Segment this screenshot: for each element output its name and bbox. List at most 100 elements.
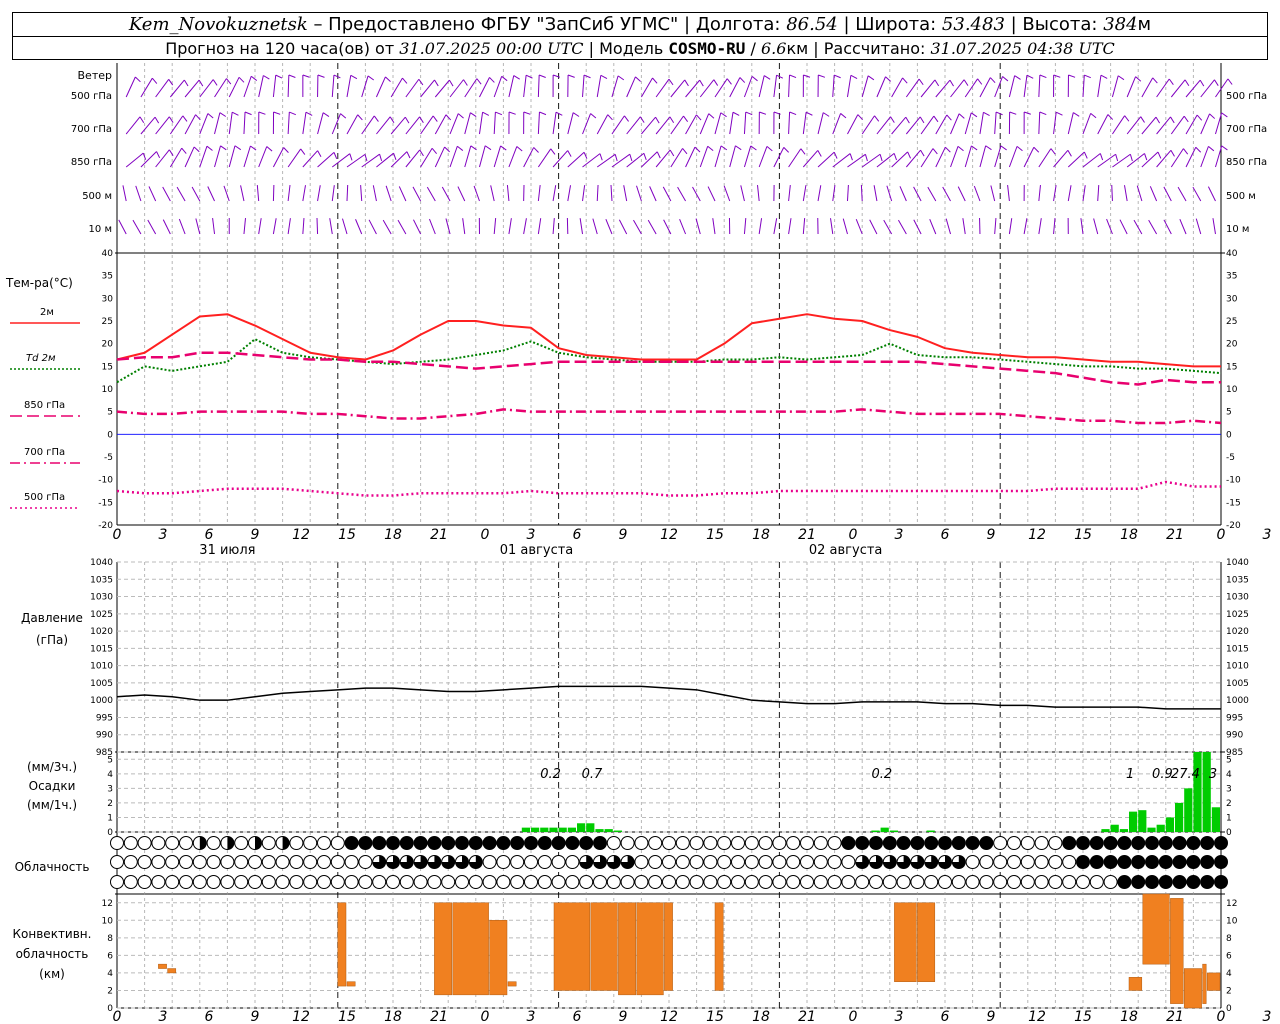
precip-ytick-right: 0	[1226, 828, 1232, 838]
wind-barb-flag	[1016, 145, 1023, 152]
wind-barb	[434, 79, 450, 98]
wind-barb-flag	[1009, 111, 1017, 115]
pressure-ytick-right: 1040	[1226, 558, 1249, 568]
wind-barb-flag	[305, 111, 313, 116]
cloud-cover-symbol	[303, 855, 318, 869]
hour-tick-label: 15	[706, 527, 724, 543]
wind-barb	[346, 75, 352, 98]
hour-tick-label: 3	[527, 527, 536, 543]
precip-unit-3h: (мм/3ч.)	[27, 760, 77, 774]
wind-barb	[1023, 147, 1035, 168]
cloud-cover-symbol	[1076, 875, 1090, 889]
cloud-cover-symbol	[330, 855, 345, 869]
cloud-cover-symbol	[1186, 875, 1201, 889]
cloud-cover-symbol	[358, 836, 373, 850]
wind-barb-flag	[932, 148, 938, 155]
cloud-cover-symbol	[662, 836, 676, 850]
temp-legend-label: 500 гПа	[24, 492, 65, 503]
hour-tick-label: 3	[1263, 527, 1272, 543]
temp-ytick-right: 5	[1226, 408, 1232, 418]
wind-barb	[1112, 153, 1131, 168]
cloud-cover-symbol	[689, 875, 704, 889]
wind-barb	[462, 218, 466, 235]
hour-tick-label: 0	[113, 527, 122, 543]
wind-barb-flag	[402, 77, 408, 84]
cloud-cover-symbol	[1034, 875, 1049, 889]
wind-barb	[1097, 153, 1116, 168]
temp-ytick: 25	[102, 317, 113, 327]
precip-bar	[926, 830, 935, 832]
cloud-cover-symbol	[1158, 855, 1173, 869]
cloud-cover-symbol	[482, 875, 497, 889]
cloud-cover-symbol	[248, 855, 262, 869]
wind-barb-flag	[470, 112, 477, 118]
wind-barb-flag	[181, 147, 187, 154]
wind-barb-flag	[783, 146, 790, 153]
cloud-cover-symbol	[137, 836, 152, 850]
wind-barb	[1170, 79, 1186, 98]
wind-barb	[832, 75, 835, 98]
pressure-ytick-right: 1000	[1226, 696, 1249, 706]
wind-barb	[243, 76, 252, 98]
wind-barb	[712, 218, 716, 235]
wind-barb-flag	[1039, 111, 1047, 116]
wind-barb	[287, 185, 291, 202]
wind-barb	[1148, 219, 1158, 235]
wind-barb-flag	[139, 116, 145, 124]
wind-barb	[412, 186, 422, 202]
precip-annotation: 0.2	[871, 767, 892, 782]
wind-barb	[1093, 218, 1099, 235]
wind-barb-flag	[418, 78, 424, 86]
precip-ytick: 3	[107, 784, 113, 794]
temp-ytick: 35	[102, 272, 113, 282]
wind-barb-flag	[289, 111, 296, 116]
wind-barb-flag	[1099, 153, 1104, 161]
precip-bar	[871, 830, 880, 832]
wind-barb	[685, 146, 696, 168]
cloud-cover-symbol	[386, 875, 400, 889]
wind-barb	[508, 146, 518, 168]
wind-barb-flag	[317, 150, 322, 158]
wind-barb-flag	[273, 111, 281, 115]
cloud-cover-symbol	[648, 875, 663, 889]
wind-barb	[375, 76, 386, 98]
cloud-cover-symbol	[717, 836, 732, 850]
precip-ytick: 0	[107, 828, 113, 838]
conv-title-2: облачность	[16, 947, 89, 961]
cloud-cover-symbol	[938, 836, 952, 850]
wind-barb	[788, 74, 790, 98]
wind-barb-flag	[444, 146, 450, 153]
wind-barb-flag	[629, 154, 633, 162]
wind-barb-flag	[1083, 151, 1088, 159]
wind-barb	[802, 185, 807, 202]
cloud-cover-symbol	[179, 855, 193, 869]
wind-barb	[883, 219, 893, 235]
cloud-cover-symbol	[468, 875, 483, 889]
cloud-cover-symbol	[399, 875, 414, 889]
wind-barb-flag	[789, 74, 797, 79]
wind-barb	[846, 184, 849, 202]
wind-barb-flag	[349, 153, 353, 161]
wind-barb	[670, 115, 684, 135]
conv-cloud-bar	[1170, 898, 1184, 1004]
cloud-cover-symbol	[317, 875, 331, 889]
wind-barb	[1200, 146, 1209, 168]
pressure-title: Давление	[21, 611, 83, 625]
wind-barb	[346, 184, 349, 202]
cloud-cover-symbol	[1131, 875, 1146, 889]
wind-barb	[1008, 75, 1016, 98]
cloud-cover-symbol	[675, 836, 690, 850]
temp-ytick-right: -15	[1226, 498, 1241, 508]
cloud-cover-symbol	[303, 836, 318, 850]
wind-barb	[1023, 75, 1028, 98]
wind-barb-flag	[833, 74, 841, 79]
wind-barb-flag	[643, 153, 647, 161]
wind-barb-flag	[617, 75, 625, 81]
wind-barb	[1038, 148, 1052, 168]
cloud-cover-symbol	[648, 836, 663, 850]
cloud-cover-symbol	[951, 875, 966, 889]
wind-barb	[212, 218, 216, 235]
temp-ytick-right: 20	[1226, 340, 1238, 350]
cloud-cover-symbol	[510, 875, 525, 889]
wind-barb-flag	[726, 78, 732, 85]
